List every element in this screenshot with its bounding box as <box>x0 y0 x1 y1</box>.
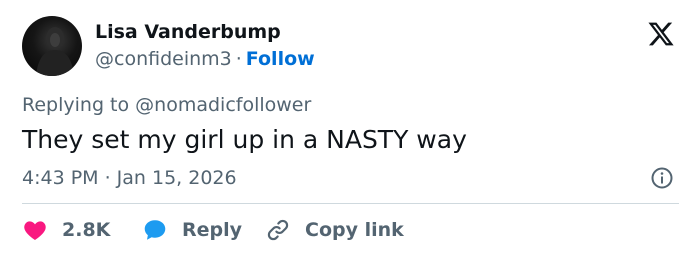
avatar[interactable] <box>22 16 82 76</box>
link-icon <box>267 219 289 241</box>
heart-icon <box>24 221 46 240</box>
like-button[interactable]: 2.8K <box>22 216 110 244</box>
tweet-text: They set my girl up in a NASTY way <box>22 125 467 154</box>
copy-link-label: Copy link <box>305 219 404 241</box>
copy-link-button[interactable]: Copy link <box>265 216 404 244</box>
tweet-card: Lisa Vanderbump @confideinm3 · Follow Repl… <box>0 0 700 256</box>
author-handle[interactable]: @confideinm3 <box>95 48 232 70</box>
like-count: 2.8K <box>62 219 111 241</box>
author-name[interactable]: Lisa Vanderbump <box>95 20 281 44</box>
handle-separator: · <box>235 48 242 70</box>
reply-bubble-icon <box>144 220 166 240</box>
reply-button[interactable]: Reply <box>142 216 242 244</box>
follow-button[interactable]: Follow <box>246 48 315 70</box>
author-handle-row: @confideinm3 · Follow <box>95 47 315 71</box>
info-icon[interactable] <box>650 166 674 190</box>
divider <box>22 203 679 204</box>
replying-prefix: Replying to <box>22 94 130 116</box>
tweet-timestamp[interactable]: 4:43 PM · Jan 15, 2026 <box>22 166 237 190</box>
reply-label: Reply <box>182 219 243 241</box>
x-logo-icon[interactable] <box>646 20 676 48</box>
replying-to: Replying to @nomadicfollower <box>22 93 311 117</box>
reply-mention-link[interactable]: @nomadicfollower <box>135 94 311 116</box>
